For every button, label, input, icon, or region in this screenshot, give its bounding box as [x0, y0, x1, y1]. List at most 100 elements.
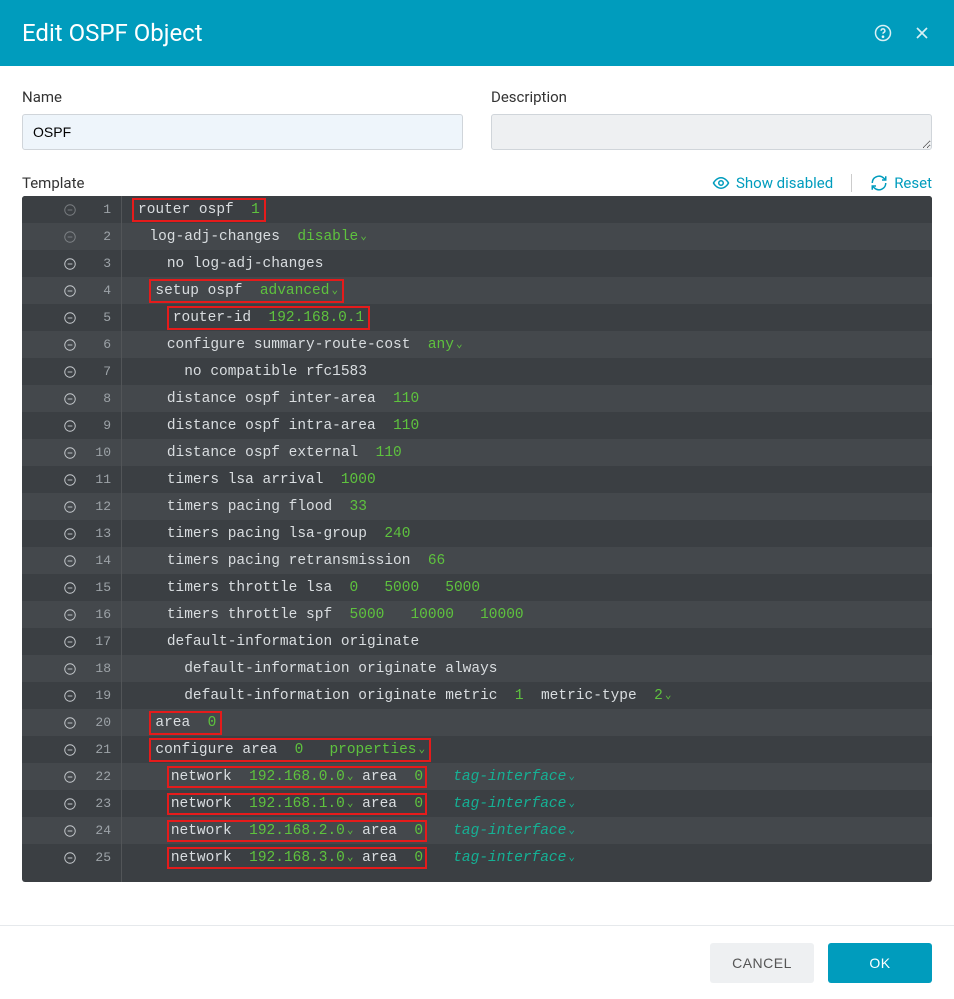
editor-gutter: 1234567891011121314151617181920212223242…: [22, 196, 122, 882]
chevron-down-icon[interactable]: ⌄: [418, 737, 425, 763]
modal-header: Edit OSPF Object: [0, 0, 954, 66]
description-label: Description: [491, 88, 932, 106]
code-token: 5000: [384, 575, 419, 601]
eye-icon: [712, 174, 730, 192]
chevron-down-icon[interactable]: ⌄: [568, 791, 575, 817]
chevron-down-icon[interactable]: ⌄: [347, 764, 354, 790]
chevron-down-icon[interactable]: ⌄: [347, 818, 354, 844]
code-line[interactable]: default-information originate always: [122, 655, 932, 682]
chevron-down-icon[interactable]: ⌄: [665, 683, 672, 709]
name-input[interactable]: [22, 114, 463, 150]
collapse-icon[interactable]: [63, 608, 77, 622]
collapse-icon[interactable]: [63, 311, 77, 325]
collapse-icon[interactable]: [63, 392, 77, 406]
collapse-icon[interactable]: [63, 581, 77, 595]
code-line[interactable]: distance ospf inter-area 110: [122, 385, 932, 412]
collapse-icon[interactable]: [63, 689, 77, 703]
collapse-icon[interactable]: [63, 338, 77, 352]
collapse-icon[interactable]: [63, 716, 77, 730]
gutter-row: 4: [22, 277, 121, 304]
code-line[interactable]: distance ospf intra-area 110: [122, 412, 932, 439]
code-token: [303, 737, 329, 763]
gutter-row: 10: [22, 439, 121, 466]
collapse-icon[interactable]: [63, 365, 77, 379]
line-number: 18: [89, 656, 111, 682]
collapse-icon[interactable]: [63, 446, 77, 460]
code-line[interactable]: timers lsa arrival 1000: [122, 466, 932, 493]
code-line[interactable]: area 0: [122, 709, 932, 736]
code-token: 33: [350, 494, 367, 520]
code-line[interactable]: distance ospf external 110: [122, 439, 932, 466]
collapse-icon[interactable]: [63, 473, 77, 487]
chevron-down-icon[interactable]: ⌄: [568, 845, 575, 871]
collapse-icon[interactable]: [63, 851, 77, 865]
code-token: 0: [295, 737, 304, 763]
code-line[interactable]: timers throttle spf 5000 10000 10000: [122, 601, 932, 628]
collapse-icon[interactable]: [63, 500, 77, 514]
code-line[interactable]: network 192.168.0.0⌄ area 0 tag-interfac…: [122, 763, 932, 790]
chevron-down-icon[interactable]: ⌄: [568, 764, 575, 790]
highlight-box: router-id 192.168.0.1: [167, 306, 370, 330]
chevron-down-icon[interactable]: ⌄: [331, 278, 338, 304]
collapse-icon[interactable]: [63, 257, 77, 271]
collapse-icon[interactable]: [63, 743, 77, 757]
code-line[interactable]: router ospf 1: [122, 196, 932, 223]
collapse-icon[interactable]: [63, 419, 77, 433]
description-input[interactable]: [491, 114, 932, 150]
editor-code[interactable]: router ospf 1 log-adj-changes disable⌄ n…: [122, 196, 932, 882]
code-line[interactable]: network 192.168.3.0⌄ area 0 tag-interfac…: [122, 844, 932, 871]
close-icon[interactable]: [912, 23, 932, 43]
line-number: 21: [89, 737, 111, 763]
code-line[interactable]: router-id 192.168.0.1: [122, 304, 932, 331]
code-line[interactable]: default-information originate metric 1 m…: [122, 682, 932, 709]
collapse-icon[interactable]: [63, 797, 77, 811]
reset-button[interactable]: Reset: [870, 174, 932, 192]
code-line[interactable]: setup ospf advanced⌄: [122, 277, 932, 304]
help-icon[interactable]: [874, 24, 892, 42]
collapse-icon[interactable]: [63, 203, 77, 217]
line-number: 3: [89, 251, 111, 277]
code-token: 0: [414, 764, 423, 790]
collapse-icon[interactable]: [63, 635, 77, 649]
collapse-icon[interactable]: [63, 662, 77, 676]
code-token: timers pacing flood: [167, 494, 350, 520]
tag-interface[interactable]: tag-interface: [427, 764, 566, 790]
code-line[interactable]: no compatible rfc1583: [122, 358, 932, 385]
code-token: area: [353, 818, 414, 844]
collapse-icon[interactable]: [63, 527, 77, 541]
chevron-down-icon[interactable]: ⌄: [568, 818, 575, 844]
ok-button[interactable]: OK: [828, 943, 932, 983]
collapse-icon[interactable]: [63, 824, 77, 838]
code-line[interactable]: default-information originate: [122, 628, 932, 655]
chevron-down-icon[interactable]: ⌄: [360, 224, 367, 250]
code-line[interactable]: timers pacing retransmission 66: [122, 547, 932, 574]
tag-interface[interactable]: tag-interface: [427, 818, 566, 844]
line-number: 10: [89, 440, 111, 466]
code-line[interactable]: timers pacing lsa-group 240: [122, 520, 932, 547]
chevron-down-icon[interactable]: ⌄: [456, 332, 463, 358]
code-line[interactable]: network 192.168.1.0⌄ area 0 tag-interfac…: [122, 790, 932, 817]
collapse-icon[interactable]: [63, 230, 77, 244]
chevron-down-icon[interactable]: ⌄: [347, 791, 354, 817]
highlight-box: network 192.168.2.0⌄ area 0: [167, 820, 427, 842]
code-token: network: [171, 764, 249, 790]
collapse-icon[interactable]: [63, 284, 77, 298]
tag-interface[interactable]: tag-interface: [427, 845, 566, 871]
tag-interface[interactable]: tag-interface: [427, 791, 566, 817]
code-token: network: [171, 818, 249, 844]
show-disabled-button[interactable]: Show disabled: [712, 174, 833, 192]
code-token: 1000: [341, 467, 376, 493]
code-line[interactable]: configure area 0 properties⌄: [122, 736, 932, 763]
code-line[interactable]: no log-adj-changes: [122, 250, 932, 277]
code-line[interactable]: timers throttle lsa 0 5000 5000: [122, 574, 932, 601]
cancel-button[interactable]: CANCEL: [710, 943, 814, 983]
code-token: router-id: [173, 305, 269, 331]
code-line[interactable]: timers pacing flood 33: [122, 493, 932, 520]
chevron-down-icon[interactable]: ⌄: [347, 845, 354, 871]
collapse-icon[interactable]: [63, 554, 77, 568]
code-line[interactable]: log-adj-changes disable⌄: [122, 223, 932, 250]
code-line[interactable]: configure summary-route-cost any⌄: [122, 331, 932, 358]
code-token: [358, 575, 384, 601]
code-line[interactable]: network 192.168.2.0⌄ area 0 tag-interfac…: [122, 817, 932, 844]
collapse-icon[interactable]: [63, 770, 77, 784]
